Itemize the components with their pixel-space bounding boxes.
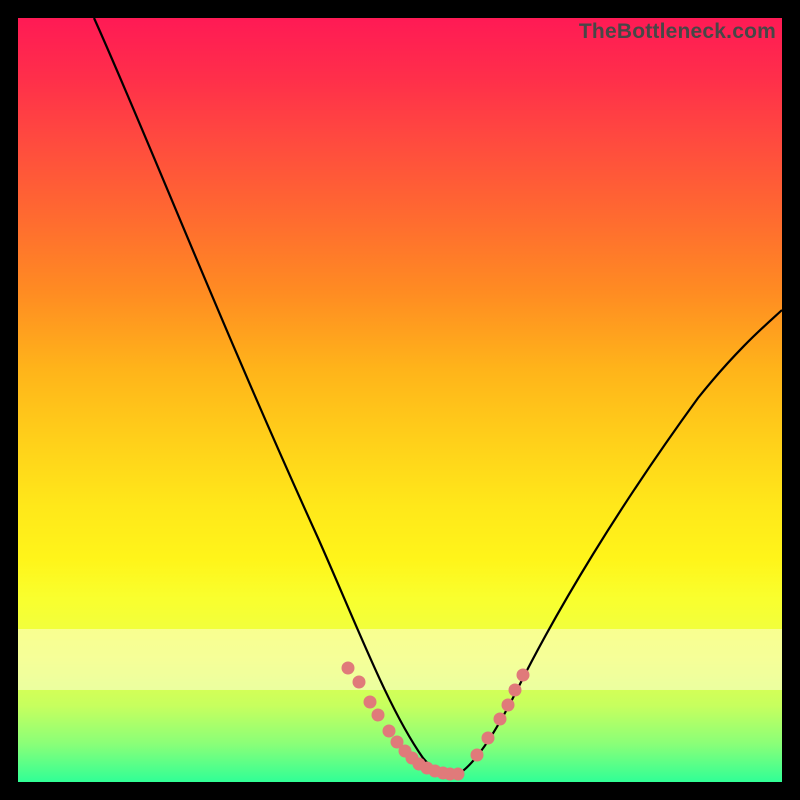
chart-svg bbox=[18, 18, 782, 782]
scatter-dots bbox=[342, 662, 529, 780]
watermark-text: TheBottleneck.com bbox=[579, 20, 776, 44]
curve-left bbox=[94, 18, 450, 778]
chart-frame: TheBottleneck.com bbox=[18, 18, 782, 782]
curve-right bbox=[450, 310, 782, 778]
